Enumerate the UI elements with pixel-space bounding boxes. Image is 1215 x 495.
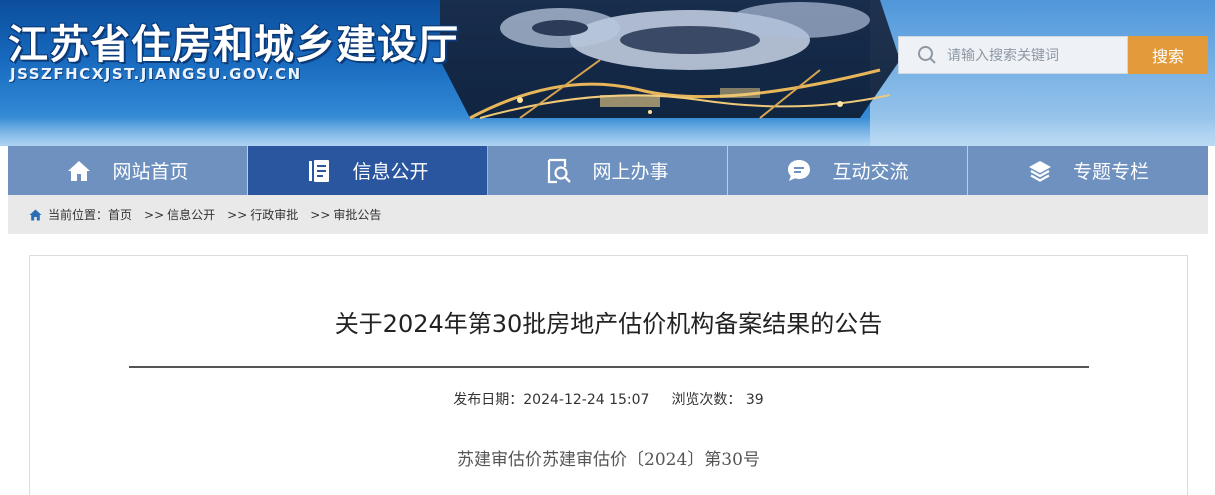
layers-icon [1027,158,1053,184]
breadcrumb-separator: >> [227,207,248,222]
breadcrumb-separator: >> [144,207,165,222]
nav-item-label: 网站首页 [112,161,189,183]
search-input[interactable] [945,37,1129,75]
site-header: 江苏省住房和城乡建设厅 JSSZFHCXJST.JIANGSU.GOV.CN 搜… [0,0,1215,146]
breadcrumb-link-admin-approval[interactable]: 行政审批 [250,206,298,223]
breadcrumb-prefix: 当前位置： [48,208,109,222]
breadcrumb-link-home[interactable]: 首页 [108,206,132,223]
article-container: 关于2024年第30批房地产估价机构备案结果的公告 发布日期：2024-12-2… [29,255,1188,495]
publish-date-label: 发布日期： [453,392,524,408]
view-count-label: 浏览次数： [671,392,742,408]
nav-item-special-topics[interactable]: 专题专栏 [968,146,1208,195]
home-icon [66,158,92,184]
header-stripe [0,118,1215,146]
title-divider [129,366,1089,368]
article-meta: 发布日期：2024-12-24 15:07 浏览次数： 39 [30,389,1187,409]
nav-item-label: 网上办事 [592,161,669,183]
document-number: 苏建审估价苏建审估价〔2024〕第30号 [457,450,760,470]
view-count: 39 [745,392,764,408]
search-box [898,36,1129,75]
search-doc-icon [546,158,572,184]
search-icon [918,46,936,64]
nav-item-home[interactable]: 网站首页 [8,146,248,195]
main-nav: 网站首页 信息公开 网上办事 互动交流 专题专栏 [8,146,1208,195]
nav-item-online-services[interactable]: 网上办事 [488,146,728,195]
search-button[interactable]: 搜索 [1128,36,1208,74]
breadcrumb-link-approval-notices[interactable]: 审批公告 [333,206,381,223]
nav-item-label: 专题专栏 [1072,161,1149,183]
nav-item-interaction[interactable]: 互动交流 [728,146,968,195]
publish-date: 2024-12-24 15:07 [523,392,650,408]
breadcrumb-separator: >> [310,207,331,222]
nav-item-label: 信息公开 [352,161,429,183]
breadcrumb: 当前位置： 首页 >> 信息公开 >> 行政审批 >> 审批公告 [8,195,1208,234]
site-title: 江苏省住房和城乡建设厅 [8,22,459,68]
site-url: JSSZFHCXJST.JIANGSU.GOV.CN [10,65,302,83]
chat-icon [786,158,812,184]
nav-item-label: 互动交流 [832,161,909,183]
breadcrumb-link-info-disclosure[interactable]: 信息公开 [167,206,215,223]
nav-item-info-disclosure[interactable]: 信息公开 [248,146,488,195]
breadcrumb-home-icon [29,209,42,221]
document-icon [306,158,332,184]
article-title: 关于2024年第30批房地产估价机构备案结果的公告 [334,310,883,338]
